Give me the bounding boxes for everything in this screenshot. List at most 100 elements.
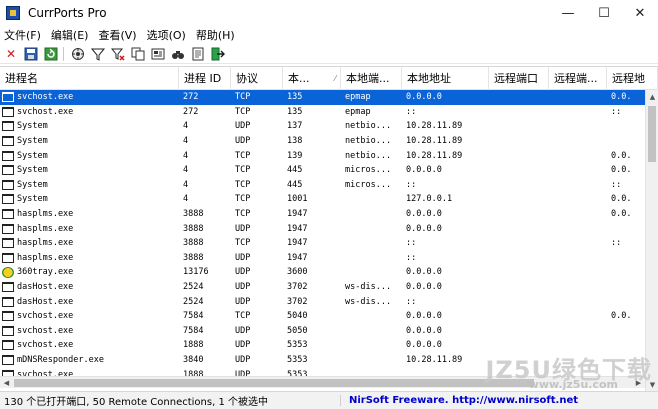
scroll-up-arrow-icon[interactable]: ▲ — [646, 90, 658, 104]
process-name-cell: hasplms.exe — [0, 252, 179, 263]
vertical-scroll-thumb[interactable] — [648, 106, 656, 162]
local-address-cell: :: — [406, 106, 417, 117]
local-address-cell: 127.0.0.1 — [406, 194, 453, 205]
column-header-local-address[interactable]: 本地地址 — [402, 67, 489, 90]
process-id-cell: 3888 — [183, 252, 204, 263]
table-row[interactable]: System 4 TCP 445 micros...:::: — [0, 178, 645, 193]
scroll-left-arrow-icon[interactable]: ◀ — [0, 377, 13, 389]
table-row[interactable]: hasplms.exe 3888 UDP 1947 0.0.0.0 — [0, 221, 645, 236]
table-row[interactable]: hasplms.exe 3888 UDP 1947:: — [0, 251, 645, 266]
filter-icon[interactable] — [89, 45, 107, 63]
process-name-cell: System — [0, 194, 179, 205]
remote-address-cell: :: — [611, 106, 622, 117]
process-id-cell: 2524 — [183, 282, 204, 293]
close-button[interactable]: ✕ — [622, 0, 658, 26]
table-row[interactable]: hasplms.exe 3888 TCP 1947:::: — [0, 236, 645, 251]
protocol-cell: TCP — [235, 179, 251, 190]
menu-help[interactable]: 帮助(H) — [192, 27, 241, 43]
menu-view[interactable]: 查看(V) — [94, 27, 142, 43]
protocol-cell: UDP — [235, 354, 251, 365]
report-icon[interactable] — [189, 45, 207, 63]
local-address-cell: :: — [406, 179, 417, 190]
menu-options[interactable]: 选项(O) — [143, 27, 192, 43]
local-port-cell: 1947 — [287, 238, 308, 249]
menu-file[interactable]: 文件(F) — [0, 27, 47, 43]
table-row[interactable]: svchost.exe 272 TCP 135 epmap 0.0.0.0 0.0. — [0, 90, 645, 105]
protocol-cell: UDP — [235, 121, 251, 132]
table-row[interactable]: svchost.exe 272 TCP 135 epmap:::: — [0, 105, 645, 120]
column-header-process-name[interactable]: 进程名 — [0, 67, 179, 90]
360-shield-icon — [2, 266, 14, 278]
refresh-icon[interactable] — [42, 45, 60, 63]
local-port-cell: 1947 — [287, 209, 308, 220]
table-row[interactable]: System 4 TCP 445 micros... 0.0.0.0 0.0. — [0, 163, 645, 178]
process-window-icon — [2, 106, 14, 117]
local-port-cell: 135 — [287, 106, 303, 117]
process-name-cell: System — [0, 179, 179, 190]
table-row[interactable]: System 4 TCP 1001 127.0.0.1 0.0. — [0, 192, 645, 207]
remote-address-cell: :: — [611, 238, 622, 249]
process-name-text: System — [17, 194, 48, 205]
process-name-cell: svchost.exe — [0, 311, 179, 322]
process-id-cell: 3840 — [183, 354, 204, 365]
close-connection-icon[interactable]: ✕ — [2, 45, 20, 63]
maximize-button[interactable]: ☐ — [586, 0, 622, 26]
process-id-cell: 3888 — [183, 209, 204, 220]
toolbar-separator — [63, 46, 64, 61]
table-row[interactable]: svchost.exe 7584 UDP 5050 0.0.0.0 — [0, 324, 645, 339]
process-id-cell: 4 — [183, 165, 189, 176]
find-icon[interactable] — [169, 45, 187, 63]
column-header-local-port[interactable]: 本... ⁄ — [283, 67, 341, 90]
column-header-remote-address[interactable]: 远程地 — [607, 67, 658, 90]
local-address-cell: 0.0.0.0 — [406, 267, 442, 278]
table-row[interactable]: System 4 UDP 138 netbio... 10.28.11.89 — [0, 134, 645, 149]
local-port-cell: 1947 — [287, 252, 308, 263]
horizontal-scroll-thumb[interactable] — [14, 379, 534, 387]
column-header-protocol[interactable]: 协议 — [231, 67, 283, 90]
local-port-cell: 445 — [287, 179, 303, 190]
html-report-icon[interactable] — [149, 45, 167, 63]
process-window-icon — [2, 282, 14, 293]
ports-list: 进程名 进程 ID 协议 本... ⁄ 本地端... 本地地址 远程端口 远程端.… — [0, 66, 658, 391]
minimize-button[interactable]: — — [550, 0, 586, 26]
vertical-scrollbar[interactable]: ▲ ▼ — [645, 90, 658, 391]
local-port-cell: 3600 — [287, 267, 308, 278]
protocol-cell: UDP — [235, 325, 251, 336]
local-address-cell: 0.0.0.0 — [406, 325, 442, 336]
site-watermark-url: www.jz5u.com — [528, 378, 618, 391]
process-window-icon — [2, 150, 14, 161]
table-row[interactable]: dasHost.exe 2524 UDP 3702 ws-dis... 0.0.0.0 — [0, 280, 645, 295]
process-name-cell: hasplms.exe — [0, 223, 179, 234]
local-port-cell: 5040 — [287, 311, 308, 322]
process-name-text: svchost.exe — [17, 92, 74, 103]
table-row[interactable]: 360tray.exe 13176 UDP 3600 0.0.0.0 — [0, 265, 645, 280]
column-header-remote-port[interactable]: 远程端口 — [489, 67, 549, 90]
column-header-remote-port-name[interactable]: 远程端... — [549, 67, 607, 90]
table-row[interactable]: svchost.exe 7584 TCP 5040 0.0.0.0 0.0. — [0, 309, 645, 324]
table-row[interactable]: dasHost.exe 2524 UDP 3702 ws-dis...:: — [0, 294, 645, 309]
process-id-cell: 1888 — [183, 340, 204, 351]
menu-edit[interactable]: 编辑(E) — [47, 27, 95, 43]
table-row[interactable]: System 4 TCP 139 netbio... 10.28.11.89 0.0. — [0, 148, 645, 163]
column-header-process-id[interactable]: 进程 ID — [179, 67, 231, 90]
table-row[interactable]: hasplms.exe 3888 TCP 1947 0.0.0.0 0.0. — [0, 207, 645, 222]
process-name-text: hasplms.exe — [17, 223, 74, 234]
process-id-cell: 2524 — [183, 296, 204, 307]
table-row[interactable]: System 4 UDP 137 netbio... 10.28.11.89 — [0, 119, 645, 134]
exit-icon[interactable] — [209, 45, 227, 63]
process-name-text: svchost.exe — [17, 106, 74, 117]
copy-icon[interactable] — [129, 45, 147, 63]
process-name-cell: System — [0, 150, 179, 161]
protocol-cell: UDP — [235, 223, 251, 234]
process-window-icon — [2, 209, 14, 220]
app-icon — [6, 6, 20, 20]
local-port-cell: 5353 — [287, 354, 308, 365]
column-header-local-port-name[interactable]: 本地端... — [341, 67, 402, 90]
process-id-cell: 3888 — [183, 223, 204, 234]
nirsoft-link[interactable]: NirSoft Freeware. http://www.nirsoft.net — [340, 395, 578, 406]
properties-icon[interactable] — [69, 45, 87, 63]
local-port-cell: 138 — [287, 136, 303, 147]
column-header-local-port-label: 本... — [288, 72, 310, 85]
save-icon[interactable] — [22, 45, 40, 63]
clear-filter-icon[interactable] — [109, 45, 127, 63]
